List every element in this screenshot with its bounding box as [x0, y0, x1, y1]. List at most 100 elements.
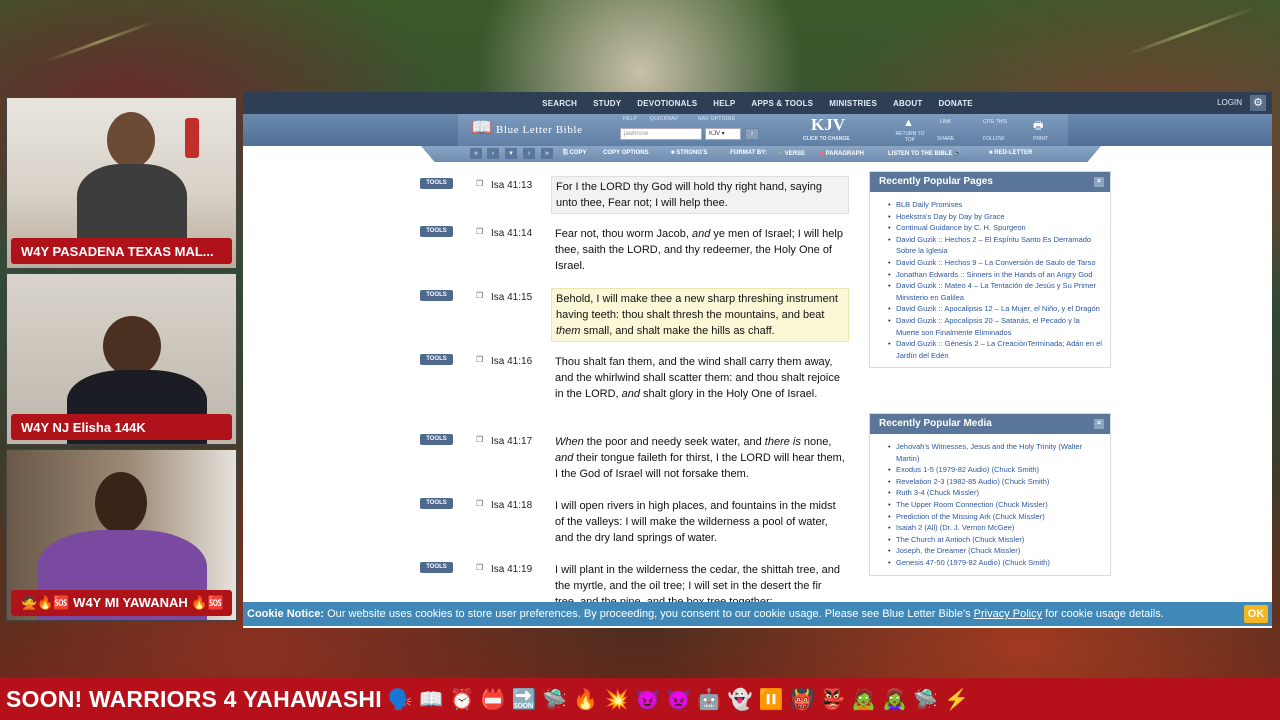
list-item-link[interactable]: Genesis 47-50 (1979-82 Audio) (Chuck Smi…: [888, 557, 1102, 569]
ticker-emojis: 🗣️ 📖 ⏰ 📛 🔜 🛸 🔥 💥 😈 👿 🤖 👻 ⏸️ 👹 👺 🧟 🧟‍♀️ 🛸 ⚡: [382, 687, 969, 712]
person-body: [77, 164, 187, 244]
list-item-link[interactable]: David Guzik :: Apocalipsis 12 – La Mujer…: [888, 303, 1102, 315]
nav-apps-tools[interactable]: APPS & TOOLS: [751, 99, 813, 108]
version-select[interactable]: KJV ▾: [705, 128, 741, 140]
privacy-policy-link[interactable]: Privacy Policy: [974, 608, 1042, 620]
red-letter-toggle[interactable]: ■ RED-LETTER: [989, 150, 1032, 156]
verse-reference[interactable]: Isa 41:17: [491, 436, 532, 447]
gear-icon[interactable]: ⚙: [1250, 95, 1266, 111]
verse-reference[interactable]: Isa 41:18: [491, 500, 532, 511]
copy-verse-icon[interactable]: ❐: [476, 563, 483, 572]
nav-help[interactable]: HELP: [713, 99, 735, 108]
list-item-link[interactable]: Hoekstra's Day by Day by Grace: [888, 211, 1102, 223]
strongs-label: STRONG'S: [676, 150, 708, 156]
list-item-link[interactable]: Joseph, the Dreamer (Chuck Missler): [888, 545, 1102, 557]
verse-reference[interactable]: Isa 41:15: [491, 292, 532, 303]
quicknav-input[interactable]: jawhrone: [620, 128, 702, 140]
go-button[interactable]: ›: [745, 128, 759, 140]
ticker-emoji-icon: 👺: [820, 688, 846, 711]
previous-chapter-button[interactable]: ‹: [487, 148, 499, 159]
nav-search[interactable]: SEARCH: [542, 99, 577, 108]
tools-button[interactable]: TOOLS: [420, 498, 453, 509]
chapter-menu-button[interactable]: ▾: [505, 148, 517, 159]
close-icon[interactable]: ×: [1094, 177, 1104, 187]
list-item-link[interactable]: Isaiah 2 (All) (Dr. J. Vernon McGee): [888, 522, 1102, 534]
ticker-emoji-icon: 🧟: [851, 688, 877, 711]
list-item-link[interactable]: Ruth 3-4 (Chuck Missler): [888, 487, 1102, 499]
list-item-link[interactable]: The Upper Room Connection (Chuck Missler…: [888, 499, 1102, 511]
verse-reference[interactable]: Isa 41:13: [491, 180, 532, 191]
list-item-link[interactable]: Jehovah's Witnesses, Jesus and the Holy …: [888, 441, 1102, 464]
list-item-link[interactable]: David Guzik :: Génesis 2 – La CreaciónTe…: [888, 338, 1102, 361]
list-item-link[interactable]: Revelation 2-3 (1982-85 Audio) (Chuck Sm…: [888, 476, 1102, 488]
copy-button[interactable]: ⎘ COPY: [563, 150, 586, 157]
list-item-link[interactable]: Prediction of the Missing Ark (Chuck Mis…: [888, 511, 1102, 523]
next-chapter-button[interactable]: ›: [523, 148, 535, 159]
list-item-link[interactable]: David Guzik :: Apocalipsis 20 – Satanás,…: [888, 315, 1102, 338]
share-label[interactable]: SHARE: [937, 136, 954, 142]
ticker-emoji-icon: 👿: [665, 688, 691, 711]
ticker-emoji-icon: 🤖: [696, 688, 722, 711]
site-logo[interactable]: Blue Letter Bible: [496, 124, 583, 136]
tools-button[interactable]: TOOLS: [420, 354, 453, 365]
tools-button[interactable]: TOOLS: [420, 290, 453, 301]
list-item-link[interactable]: Jonathan Edwards :: Sinners in the Hands…: [888, 269, 1102, 281]
last-chapter-button[interactable]: »: [541, 148, 553, 159]
follow-label[interactable]: FOLLOW: [983, 136, 1004, 142]
copy-verse-icon[interactable]: ❐: [476, 355, 483, 364]
site-header: 📖 Blue Letter Bible HELP QUICKNAV NAV OP…: [243, 114, 1272, 146]
print-icon[interactable]: 🖶: [1033, 117, 1043, 136]
copy-label: COPY: [569, 150, 587, 156]
verse-reference[interactable]: Isa 41:14: [491, 228, 532, 239]
copy-options-button[interactable]: COPY OPTIONS: [603, 150, 649, 156]
help-label: HELP: [623, 116, 638, 122]
verse-text: I will open rivers in high places, and f…: [555, 500, 836, 544]
webcam-label: W4Y PASADENA TEXAS MAL...: [11, 238, 232, 264]
copy-verse-icon[interactable]: ❐: [476, 291, 483, 300]
return-top-label[interactable]: RETURN TO TOP: [895, 131, 925, 143]
popular-pages-list: BLB Daily PromisesHoekstra's Day by Day …: [870, 192, 1110, 367]
nav-devotionals[interactable]: DEVOTIONALS: [637, 99, 697, 108]
listen-button[interactable]: LISTEN TO THE BIBLE 🔊: [888, 150, 962, 157]
list-item-link[interactable]: The Church at Antioch (Chuck Missler): [888, 534, 1102, 546]
close-icon[interactable]: ×: [1094, 419, 1104, 429]
list-item-link[interactable]: Continual Guidance by C. H. Spurgeon: [888, 222, 1102, 234]
popular-media-panel: Recently Popular Media × Jehovah's Witne…: [869, 413, 1111, 576]
list-item-link[interactable]: David Guzik :: Hechos 2 – El Espíritu Sa…: [888, 234, 1102, 257]
tools-button[interactable]: TOOLS: [420, 434, 453, 445]
bible-logo-icon[interactable]: 📖: [471, 118, 493, 140]
copy-verse-icon[interactable]: ❐: [476, 499, 483, 508]
first-chapter-button[interactable]: «: [470, 148, 482, 159]
top-navigation: SEARCH STUDY DEVOTIONALS HELP APPS & TOO…: [243, 92, 1272, 114]
copy-verse-icon[interactable]: ❐: [476, 179, 483, 188]
login-link[interactable]: LOGIN: [1217, 98, 1242, 107]
ticker-emoji-icon: 🧟‍♀️: [882, 688, 908, 711]
check-icon: ✔: [778, 151, 784, 157]
nav-donate[interactable]: DONATE: [938, 99, 972, 108]
list-item-link[interactable]: Exodus 1-5 (1979-82 Audio) (Chuck Smith): [888, 464, 1102, 476]
change-version-label[interactable]: CLICK TO CHANGE: [803, 136, 850, 142]
copy-verse-icon[interactable]: ❐: [476, 435, 483, 444]
current-version[interactable]: KJV: [811, 115, 845, 135]
verse-format-option[interactable]: ✔ VERSE: [778, 150, 805, 157]
nav-study[interactable]: STUDY: [593, 99, 621, 108]
print-label[interactable]: PRINT: [1033, 136, 1048, 142]
nav-ministries[interactable]: MINISTRIES: [829, 99, 877, 108]
link-label[interactable]: LINK: [940, 119, 951, 125]
paragraph-format-option[interactable]: ⊘ PARAGRAPH: [819, 150, 864, 157]
cookie-ok-button[interactable]: OK: [1244, 605, 1268, 623]
list-item-link[interactable]: David Guzik :: Hechos 9 – La Conversión …: [888, 257, 1102, 269]
cite-label[interactable]: CITE THIS: [983, 119, 1007, 125]
tools-button[interactable]: TOOLS: [420, 226, 453, 237]
list-item-link[interactable]: BLB Daily Promises: [888, 199, 1102, 211]
return-top-icon[interactable]: ▲: [903, 117, 914, 129]
verse-reference[interactable]: Isa 41:19: [491, 564, 532, 575]
tools-button[interactable]: TOOLS: [420, 178, 453, 189]
copy-verse-icon[interactable]: ❐: [476, 227, 483, 236]
tools-button[interactable]: TOOLS: [420, 562, 453, 573]
nav-about[interactable]: ABOUT: [893, 99, 922, 108]
nav-options-label[interactable]: NAV OPTIONS: [698, 116, 735, 122]
verse-reference[interactable]: Isa 41:16: [491, 356, 532, 367]
list-item-link[interactable]: David Guzik :: Mateo 4 – La Tentación de…: [888, 280, 1102, 303]
strongs-toggle[interactable]: ■ STRONG'S: [671, 150, 707, 156]
